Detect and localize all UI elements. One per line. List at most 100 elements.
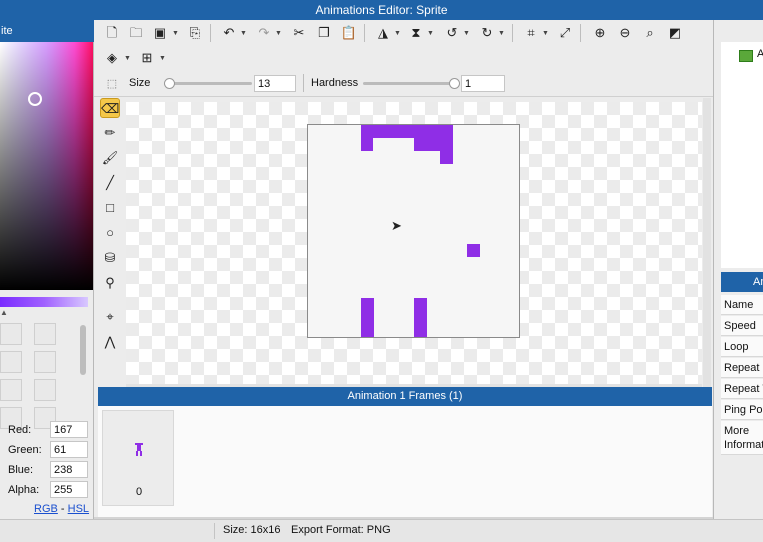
red-input[interactable]: 167 <box>50 421 88 438</box>
hardness-label: Hardness <box>311 77 359 89</box>
sprite-pixel <box>414 298 427 337</box>
flip-horizontal-icon[interactable]: ◮ <box>374 24 392 42</box>
select-point-icon[interactable]: ⌖ <box>100 307 120 327</box>
frame-thumbnail[interactable]: 0 <box>102 410 174 506</box>
ellipse-icon[interactable]: ○ <box>100 223 120 243</box>
swatch[interactable] <box>34 351 56 373</box>
selection-marquee-icon[interactable]: ⬚ <box>103 75 121 93</box>
property-more-information[interactable]: More Informat <box>721 421 763 455</box>
property-repeat-count[interactable]: Repeat C <box>721 358 763 378</box>
crop-dropdown-icon[interactable]: ▼ <box>542 30 549 37</box>
brush-icon[interactable]: 🖌 <box>100 148 120 168</box>
frames-panel: 0 <box>98 406 712 517</box>
red-row: Red: 167 <box>8 421 92 440</box>
blue-row: Blue: 238 <box>8 461 92 480</box>
secondary-toolbar: ◈ ▼ ⊞ ▼ <box>94 47 713 69</box>
sprite-pixel <box>440 151 453 164</box>
save-dropdown-icon[interactable]: ▼ <box>172 30 179 37</box>
status-divider <box>214 523 215 539</box>
animations-list: A <box>721 42 763 268</box>
eraser-icon[interactable]: ⌫ <box>100 98 120 118</box>
red-label: Red: <box>8 424 32 436</box>
grid-icon[interactable]: ⊞ <box>138 49 156 67</box>
hardness-input[interactable]: 1 <box>461 75 505 92</box>
pencil-icon[interactable]: ✏ <box>100 123 120 143</box>
rotate-cw-icon[interactable]: ↻ <box>478 24 496 42</box>
zoom-fit-icon[interactable]: ⌕ <box>641 24 659 42</box>
animation-item-icon[interactable] <box>739 50 753 62</box>
hue-slider[interactable] <box>0 297 88 307</box>
green-input[interactable]: 61 <box>50 441 88 458</box>
canvas-vertical-scrollbar[interactable] <box>703 98 711 387</box>
zoom-in-icon[interactable]: ⊕ <box>591 24 609 42</box>
property-repeat-type[interactable]: Repeat T <box>721 379 763 399</box>
swatch[interactable] <box>34 323 56 345</box>
status-export-format: Export Format: PNG <box>291 524 391 536</box>
fill-bucket-icon[interactable]: ⛁ <box>100 248 120 268</box>
size-input[interactable]: 13 <box>254 75 296 92</box>
swatch[interactable] <box>0 379 22 401</box>
sprite-canvas[interactable] <box>307 124 520 338</box>
flip-vertical-icon[interactable]: ⧗ <box>407 24 425 42</box>
flip-horizontal-dropdown-icon[interactable]: ▼ <box>394 30 401 37</box>
color-panel-header: ite <box>0 20 94 42</box>
undo-icon[interactable]: ↶ <box>220 24 238 42</box>
flip-vertical-dropdown-icon[interactable]: ▼ <box>427 30 434 37</box>
save-icon[interactable]: ▣ <box>151 24 169 42</box>
redo-icon[interactable]: ↷ <box>255 24 273 42</box>
frame-sprite-preview <box>135 443 143 456</box>
grid-dropdown-icon[interactable]: ▼ <box>159 55 166 62</box>
redo-dropdown-icon[interactable]: ▼ <box>275 30 282 37</box>
property-loop[interactable]: Loop <box>721 337 763 357</box>
size-slider-track[interactable] <box>164 82 252 85</box>
alpha-input[interactable]: 255 <box>50 481 88 498</box>
save-as-icon[interactable]: ⎘ <box>186 24 204 42</box>
fill-toggle-icon[interactable]: ◩ <box>666 24 684 42</box>
property-ping-pong[interactable]: Ping Pon <box>721 400 763 420</box>
blue-input[interactable]: 238 <box>50 461 88 478</box>
rectangle-icon[interactable]: □ <box>100 198 120 218</box>
hardness-slider-thumb[interactable] <box>449 78 460 89</box>
rotate-ccw-icon[interactable]: ↺ <box>443 24 461 42</box>
hardness-slider-track[interactable] <box>363 82 459 85</box>
right-panel: A An Name Speed Loop Repeat C Repeat T P… <box>713 20 763 519</box>
layers-icon[interactable]: ◈ <box>103 49 121 67</box>
hsl-link[interactable]: HSL <box>68 503 89 515</box>
layers-dropdown-icon[interactable]: ▼ <box>124 55 131 62</box>
swatch[interactable] <box>34 379 56 401</box>
line-icon[interactable]: ╱ <box>100 173 120 193</box>
color-mode-links: RGB - HSL <box>34 503 89 515</box>
color-mode-separator: - <box>60 503 65 515</box>
toolbar-divider <box>364 24 365 42</box>
cut-icon[interactable]: ✂ <box>290 24 308 42</box>
size-slider-thumb[interactable] <box>164 78 175 89</box>
rgb-link[interactable]: RGB <box>34 503 58 515</box>
rotate-cw-dropdown-icon[interactable]: ▼ <box>498 30 505 37</box>
open-icon[interactable]: 🗀 <box>127 24 145 42</box>
window-title: Animations Editor: Sprite <box>0 0 763 20</box>
node-edit-icon[interactable]: ⋀ <box>100 332 120 352</box>
property-name[interactable]: Name <box>721 295 763 315</box>
resize-icon[interactable]: ⤢ <box>556 24 574 42</box>
status-size: Size: 16x16 <box>223 524 281 536</box>
paste-icon[interactable]: 📋 <box>340 24 358 42</box>
toolbar-divider <box>580 24 581 42</box>
sprite-pixel <box>414 138 453 151</box>
property-speed[interactable]: Speed <box>721 316 763 336</box>
undo-dropdown-icon[interactable]: ▼ <box>240 30 247 37</box>
color-saturation-field[interactable] <box>0 42 93 290</box>
swatch[interactable] <box>0 323 22 345</box>
zoom-out-icon[interactable]: ⊖ <box>616 24 634 42</box>
blue-label: Blue: <box>8 464 34 476</box>
toolbar-divider <box>512 24 513 42</box>
rotate-ccw-dropdown-icon[interactable]: ▼ <box>463 30 470 37</box>
crop-icon[interactable]: ⌗ <box>522 24 540 42</box>
copy-icon[interactable]: ❐ <box>315 24 333 42</box>
status-bar: Size: 16x16 Export Format: PNG <box>0 519 763 542</box>
swatch-scrollbar[interactable] <box>80 325 86 375</box>
eyedropper-icon[interactable]: ⚲ <box>100 273 120 293</box>
swatch[interactable] <box>0 351 22 373</box>
new-icon[interactable]: 🗋 <box>103 24 121 42</box>
color-picker-marker[interactable] <box>28 92 42 106</box>
animation-item-label[interactable]: A <box>757 48 763 60</box>
